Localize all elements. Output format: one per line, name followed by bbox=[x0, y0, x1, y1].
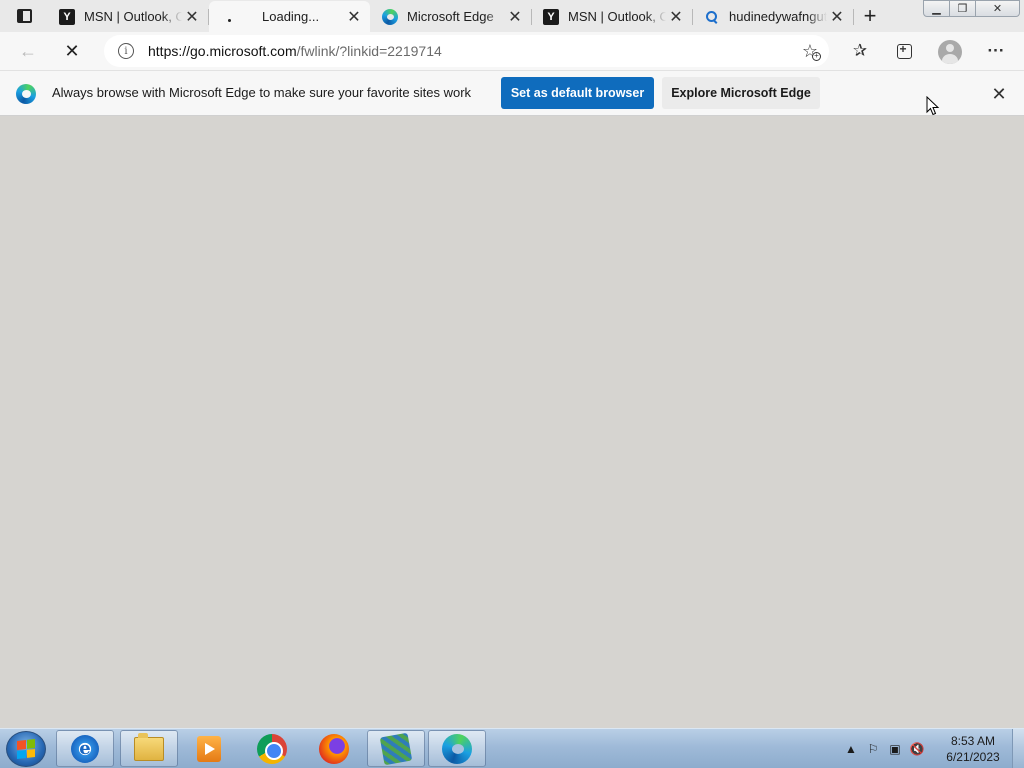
new-tab-button[interactable]: + bbox=[858, 3, 882, 28]
show-hidden-icons-button[interactable]: ▲ bbox=[840, 738, 862, 760]
tab-msn-1[interactable]: Y MSN | Outlook, Office, Skype, Bing ✕ bbox=[47, 1, 209, 32]
restore-button[interactable]: ❐ bbox=[949, 0, 976, 17]
tab-strip: Y MSN | Outlook, Office, Skype, Bing ✕ L… bbox=[0, 0, 1024, 32]
tab-title: MSN | Outlook, Office, Skype, Bing bbox=[568, 9, 666, 24]
set-default-browser-button[interactable]: Set as default browser bbox=[501, 77, 654, 109]
system-tray: ▲ ⚐ ▣ 🔇 bbox=[840, 729, 928, 768]
windows-logo-icon bbox=[17, 739, 35, 759]
action-center-flag-icon[interactable]: ⚐ bbox=[862, 738, 884, 760]
edge-icon bbox=[442, 733, 472, 764]
stop-button[interactable]: ✕ bbox=[58, 37, 86, 65]
url-text[interactable]: https://go.microsoft.com/fwlink/?linkid=… bbox=[148, 43, 442, 59]
msn-icon: Y bbox=[59, 8, 75, 25]
internet-explorer-icon: e bbox=[71, 734, 99, 763]
taskbar-file-explorer[interactable] bbox=[120, 730, 178, 767]
more-dots-icon: ··· bbox=[987, 41, 1005, 60]
favorites-star-icon: ✰ bbox=[852, 41, 868, 60]
site-info-icon[interactable]: i bbox=[118, 43, 134, 59]
favorites-button[interactable]: ✰ bbox=[846, 37, 874, 65]
stop-x-icon: ✕ bbox=[64, 40, 80, 61]
tab-title: Microsoft Edge bbox=[407, 9, 494, 24]
tab-title: MSN | Outlook, Office, Skype, Bing bbox=[84, 9, 182, 24]
close-icon[interactable]: ✕ bbox=[666, 7, 686, 27]
close-icon[interactable]: ✕ bbox=[505, 7, 525, 27]
taskbar-chrome[interactable] bbox=[243, 730, 301, 767]
tab-loading[interactable]: Loading... ✕ bbox=[209, 1, 370, 32]
edge-icon bbox=[16, 84, 36, 104]
address-bar[interactable]: i https://go.microsoft.com/fwlink/?linki… bbox=[104, 35, 829, 67]
collections-icon bbox=[896, 42, 912, 59]
tab-actions-icon bbox=[16, 9, 32, 23]
tab-title: Loading... bbox=[262, 9, 320, 24]
network-app-icon bbox=[379, 732, 413, 765]
firefox-icon bbox=[319, 733, 349, 764]
close-icon: ✕ bbox=[991, 83, 1007, 104]
start-button[interactable] bbox=[6, 731, 46, 767]
clock-time: 8:53 AM bbox=[950, 734, 996, 748]
explore-edge-button[interactable]: Explore Microsoft Edge bbox=[662, 77, 820, 109]
arrow-left-icon: ← bbox=[19, 40, 37, 61]
taskbar-network-app[interactable] bbox=[367, 730, 425, 767]
tab-microsoft-edge[interactable]: Microsoft Edge ✕ bbox=[370, 1, 532, 32]
media-player-icon bbox=[197, 735, 221, 762]
default-browser-infobar: Always browse with Microsoft Edge to mak… bbox=[0, 70, 1024, 116]
taskbar-edge[interactable] bbox=[428, 730, 486, 767]
infobar-message: Always browse with Microsoft Edge to mak… bbox=[52, 85, 472, 100]
folder-icon bbox=[134, 732, 164, 761]
tab-actions-button[interactable] bbox=[6, 4, 42, 28]
search-icon bbox=[704, 9, 720, 25]
chrome-icon bbox=[257, 733, 287, 764]
back-button[interactable]: ← bbox=[14, 37, 42, 65]
loading-icon bbox=[221, 9, 237, 25]
taskbar-firefox[interactable] bbox=[305, 730, 363, 767]
browser-toolbar: ← ✕ i https://go.microsoft.com/fwlink/?l… bbox=[0, 32, 1024, 70]
profile-avatar[interactable] bbox=[938, 40, 962, 64]
edge-icon bbox=[382, 8, 398, 25]
volume-muted-icon[interactable]: 🔇 bbox=[906, 738, 928, 760]
system-clock[interactable]: 8:53 AM 6/21/2023 bbox=[936, 733, 1010, 765]
taskbar-media-player[interactable] bbox=[180, 730, 238, 767]
settings-more-button[interactable]: ··· bbox=[982, 37, 1010, 65]
url-path: /fwlink/?linkid=2219714 bbox=[296, 43, 442, 59]
show-desktop-button[interactable] bbox=[1012, 729, 1024, 768]
page-content bbox=[0, 116, 1024, 728]
clock-date: 6/21/2023 bbox=[946, 750, 1000, 764]
infobar-close-button[interactable]: ✕ bbox=[988, 83, 1010, 105]
url-host: https://go.microsoft.com bbox=[148, 43, 297, 59]
mouse-cursor-icon bbox=[926, 96, 940, 116]
close-window-button[interactable]: ✕ bbox=[975, 0, 1020, 17]
tab-msn-2[interactable]: Y MSN | Outlook, Office, Skype, Bing ✕ bbox=[531, 1, 693, 32]
taskbar-internet-explorer[interactable]: e bbox=[56, 730, 114, 767]
tab-search[interactable]: hudinedywafngutu ✕ bbox=[692, 1, 854, 32]
add-favorite-button[interactable]: ☆ + bbox=[799, 41, 821, 61]
close-icon[interactable]: ✕ bbox=[182, 7, 202, 27]
close-icon[interactable]: ✕ bbox=[344, 7, 364, 27]
tab-title: hudinedywafngutu bbox=[729, 9, 827, 24]
window-controls: ▁ ❐ ✕ bbox=[923, 0, 1020, 18]
close-icon[interactable]: ✕ bbox=[827, 7, 847, 27]
collections-button[interactable] bbox=[890, 37, 918, 65]
windows-taskbar: e ▲ ⚐ ▣ 🔇 8:53 AM 6/21/2023 bbox=[0, 728, 1024, 768]
network-icon[interactable]: ▣ bbox=[884, 738, 906, 760]
minimize-button[interactable]: ▁ bbox=[923, 0, 950, 17]
msn-icon: Y bbox=[543, 8, 559, 25]
